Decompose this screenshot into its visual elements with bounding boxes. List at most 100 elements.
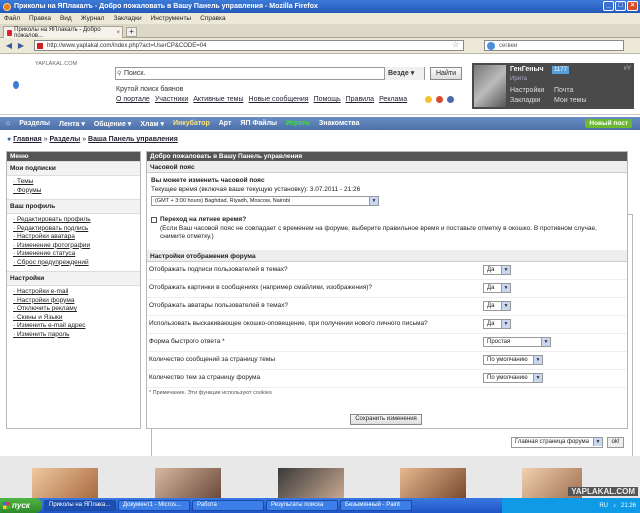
new-tab-button[interactable]: + [126,27,137,37]
sidebar-item-email-settings[interactable]: · Настройки e-mail [13,288,135,297]
sidebar-item-edit-signature[interactable]: · Редактировать подпись [13,225,135,234]
link-ads[interactable]: Реклама [379,96,407,103]
taskbar-item[interactable]: Безымянный - Paint [340,500,412,511]
watermark: YAPLAKAL.COM [568,487,638,496]
link-new-posts[interactable]: Новые сообщения [249,96,309,103]
user-mail-link[interactable]: Почта [554,87,573,94]
sidebar-item-topics[interactable]: · Темы [13,178,135,187]
dst-checkbox[interactable] [151,217,157,223]
site-search-input[interactable]: ⚲ Поиск. Везде ▾ [115,67,425,80]
tear-drop-icon [13,81,19,89]
sidebar-item-forums[interactable]: · Форумы [13,187,135,196]
setting-select[interactable]: Да ▼ [483,282,511,293]
taskbar-item[interactable]: Работа [192,500,264,511]
home-icon[interactable]: ⌂ [6,120,10,127]
link-help[interactable]: Помощь [314,96,341,103]
menu-view[interactable]: Вид [60,15,72,22]
find-button[interactable]: Найти [430,67,462,80]
minimize-button[interactable]: _ [603,1,614,11]
forward-arrow-icon[interactable]: ▶ [16,41,26,51]
alert-icon[interactable] [436,96,443,103]
language-indicator[interactable]: RU [599,503,608,509]
menu-file[interactable]: Файл [4,15,20,22]
close-tab-icon[interactable]: × [116,30,120,36]
sidebar-item-edit-profile[interactable]: · Редактировать профиль [13,216,135,225]
breadcrumb-home[interactable]: Главная [13,136,41,143]
taskbar-item[interactable]: Результаты поиска [266,500,338,511]
thumbnail-image[interactable] [278,468,344,498]
breadcrumb-panel[interactable]: Ваша Панель управления [88,136,178,143]
nav-dating[interactable]: Знакомства [319,120,360,127]
setting-row: Количество сообщений за страницу темы По… [147,352,627,370]
link-about[interactable]: О портале [116,96,150,103]
usercp-main: Добро пожаловать в Вашу Панель управлени… [146,151,628,429]
browser-tab[interactable]: Приколы на ЯПлакалъ - Добро пожалов... × [3,26,123,39]
nav-art[interactable]: Арт [219,120,232,127]
new-post-button[interactable]: Новый пост [585,119,632,128]
save-changes-button[interactable]: Сохранить изменения [350,414,422,425]
nav-sections[interactable]: Разделы [19,120,50,127]
nav-files[interactable]: ЯП Файлы [240,120,277,127]
user-bookmarks-link[interactable]: Закладки [510,97,540,104]
sidebar-item-change-password[interactable]: · Изменить пароль [13,331,135,340]
close-button[interactable]: × [627,1,638,11]
search-engine-icon [487,42,495,50]
nav-chat[interactable]: Общение ▾ [94,120,131,128]
menu-tools[interactable]: Инструменты [151,15,192,22]
menu-help[interactable]: Справка [200,15,226,22]
menu-edit[interactable]: Правка [29,15,51,22]
setting-select[interactable]: По умолчанию ▼ [483,354,543,365]
sidebar-item-disable-ads[interactable]: · Отключить рекламу [13,305,135,314]
search-tagline[interactable]: Крутой поиск баянов [116,86,183,93]
sidebar-item-avatar[interactable]: · Настройки аватара [13,233,135,242]
browser-search-input[interactable]: сегвеи [484,40,624,51]
setting-select[interactable]: По умолчанию ▼ [483,372,543,383]
thumbnail-image[interactable] [155,468,221,498]
setting-select[interactable]: Да ▼ [483,300,511,311]
sidebar-item-forum-settings[interactable]: · Настройки форума [13,297,135,306]
start-button[interactable]: пуск [0,498,42,513]
nav-incubator[interactable]: Инкубатор [173,120,210,127]
url-bar[interactable]: http://www.yaplakal.com/index.php?act=Us… [34,40,464,51]
bookmark-star-icon[interactable]: ☆ [452,40,459,49]
user-photo[interactable] [474,65,506,107]
user-my-topics-link[interactable]: Мои темы [554,97,587,104]
maximize-button[interactable]: □ [615,1,626,11]
thumbnail-image[interactable] [400,468,466,498]
sidebar-section-subscriptions: Мои подписки [7,161,140,176]
link-rules[interactable]: Правила [346,96,374,103]
star-icon[interactable] [425,96,432,103]
link-members[interactable]: Участники [155,96,188,103]
user-name[interactable]: ГенГеныч [510,66,544,73]
user-settings-link[interactable]: Настройки [510,87,544,94]
setting-select[interactable]: Да ▼ [483,264,511,275]
setting-row: Количество тем за страницу форума По умо… [147,370,627,388]
user-role: Ирита [510,76,528,82]
volume-icon[interactable]: ♪ [613,503,616,509]
ok-button[interactable]: ok! [607,437,624,448]
link-active-topics[interactable]: Активные темы [193,96,243,103]
menu-history[interactable]: Журнал [81,15,105,22]
setting-select[interactable]: Да ▼ [483,318,511,329]
nav-play[interactable]: Играть [286,120,310,127]
thumbnail-image[interactable] [32,468,98,498]
taskbar-item[interactable]: Документ1 - Micros... [118,500,190,511]
breadcrumb-sections[interactable]: Разделы [49,136,80,143]
sidebar-item-status[interactable]: · Изменение статуса [13,250,135,259]
setting-select[interactable]: Простая ▼ [483,336,551,347]
timezone-select[interactable]: (GMT + 3:00 hours) Baghdad, Riyadh, Mosc… [151,196,379,206]
sidebar-item-change-email[interactable]: · Изменить e-mail адрес [13,322,135,331]
nav-feed[interactable]: Лента ▾ [59,120,85,128]
site-logo[interactable]: ЯПЛАКАЛЪ YAPLAKAL.COM [5,61,633,492]
clip-icon[interactable] [447,96,454,103]
taskbar-item[interactable]: Приколы на ЯПлака... [44,500,116,511]
sidebar-item-photo[interactable]: · Изменение фотографии [13,242,135,251]
search-scope-select[interactable]: Везде ▾ [384,67,424,80]
setting-label: Количество тем за страницу форума [149,373,261,381]
sidebar-item-skins[interactable]: · Скины и Языки [13,314,135,323]
forum-home-select[interactable]: Главная страница форума ▼ [511,437,603,448]
menu-bookmarks[interactable]: Закладки [113,15,141,22]
back-arrow-icon[interactable]: ◀ [4,41,14,51]
nav-junk[interactable]: Хлам ▾ [140,120,164,128]
sidebar-item-warnings[interactable]: · Сброс предупреждений [13,259,135,268]
